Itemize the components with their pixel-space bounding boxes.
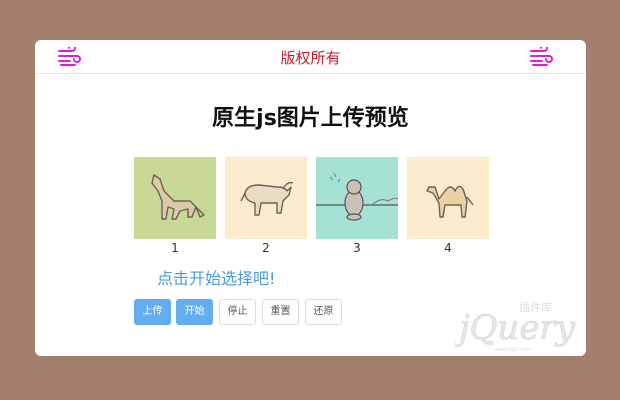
thumbnail-number: 2 [262,241,270,255]
thumbnail-number: 1 [171,241,179,255]
restore-button[interactable]: 还原 [305,299,342,325]
thumbnail-number: 3 [353,241,361,255]
camel-icon [407,157,489,239]
jquery-watermark-logo: jQuery 插件库 www.jq22.com [452,295,580,353]
main-heading: 原生js图片上传预览 [212,106,409,131]
reset-button[interactable]: 重置 [262,299,299,325]
monkey-icon [316,157,398,239]
thumbnail-number: 4 [444,241,452,255]
svg-text:插件库: 插件库 [519,300,552,314]
stop-button[interactable]: 停止 [219,299,256,325]
select-hint[interactable]: 点击开始选择吧! [157,265,275,289]
thumbnail-1[interactable]: 1 [134,157,216,255]
wind-icon[interactable] [529,44,553,67]
bull-icon [225,157,307,239]
upload-button[interactable]: 上传 [134,299,171,325]
svg-text:jQuery: jQuery [455,308,576,348]
thumbnail-4[interactable]: 4 [407,157,489,255]
page-title: 版权所有 [280,49,341,67]
wolf-icon [134,157,216,239]
main-card: 版权所有 原生js图片上传预览 1 2 3 4 点击开始选择吧! 上传 开始 停… [35,40,586,356]
svg-text:www.jq22.com: www.jq22.com [495,347,532,353]
start-button[interactable]: 开始 [176,299,213,325]
thumbnail-2[interactable]: 2 [225,157,307,255]
thumbnail-3[interactable]: 3 [316,157,398,255]
top-bar: 版权所有 [35,40,586,74]
